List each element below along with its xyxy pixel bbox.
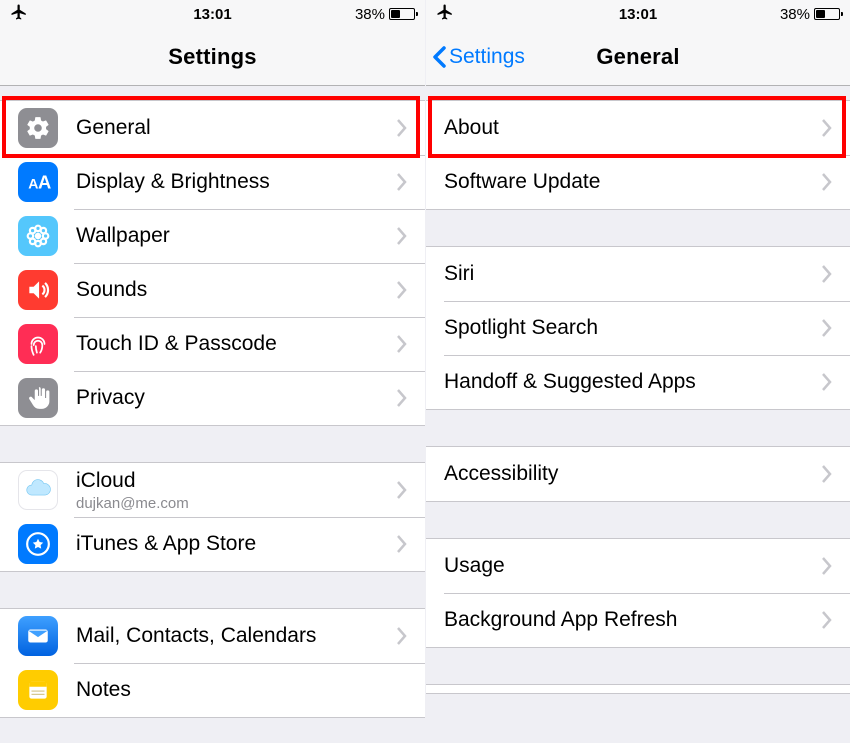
chevron-right-icon xyxy=(397,389,407,407)
chevron-right-icon xyxy=(822,465,832,483)
status-bar: 13:01 38% xyxy=(0,0,425,28)
chevron-right-icon xyxy=(397,173,407,191)
general-row-spotlight[interactable]: Spotlight Search xyxy=(426,301,850,355)
row-label: Wallpaper xyxy=(76,224,397,248)
chevron-right-icon xyxy=(822,265,832,283)
general-group-3: Accessibility xyxy=(426,446,850,502)
chevron-right-icon xyxy=(822,173,832,191)
row-label: Background App Refresh xyxy=(444,608,822,632)
page-title: General xyxy=(426,44,850,70)
row-label: Spotlight Search xyxy=(444,316,822,340)
chevron-right-icon xyxy=(397,119,407,137)
cloud-icon xyxy=(18,470,58,510)
row-label: Handoff & Suggested Apps xyxy=(444,370,822,394)
mail-icon xyxy=(18,616,58,656)
settings-row-privacy[interactable]: Privacy xyxy=(0,371,425,425)
general-group-4: Usage Background App Refresh xyxy=(426,538,850,648)
svg-text:A: A xyxy=(38,172,51,193)
fingerprint-icon xyxy=(18,324,58,364)
speaker-icon xyxy=(18,270,58,310)
nav-header: Settings xyxy=(0,28,425,86)
general-group-2: Siri Spotlight Search Handoff & Suggeste… xyxy=(426,246,850,410)
row-label: iTunes & App Store xyxy=(76,532,397,556)
general-row-siri[interactable]: Siri xyxy=(426,247,850,301)
row-label: Notes xyxy=(76,678,407,702)
chevron-right-icon xyxy=(397,535,407,553)
nav-header: Settings General xyxy=(426,28,850,86)
chevron-right-icon xyxy=(397,481,407,499)
row-label: Privacy xyxy=(76,386,397,410)
row-subtitle: dujkan@me.com xyxy=(76,495,397,512)
general-row-software-update[interactable]: Software Update xyxy=(426,155,850,209)
row-label: General xyxy=(76,116,397,140)
settings-group-apps: Mail, Contacts, Calendars Notes xyxy=(0,608,425,718)
row-label: Sounds xyxy=(76,278,397,302)
row-label: About xyxy=(444,116,822,140)
settings-row-touchid[interactable]: Touch ID & Passcode xyxy=(0,317,425,371)
battery-percent: 38% xyxy=(355,6,385,23)
chevron-right-icon xyxy=(397,281,407,299)
page-title: Settings xyxy=(0,44,425,70)
settings-row-general[interactable]: General xyxy=(0,101,425,155)
settings-group-services: iCloud dujkan@me.com iTunes & App Store xyxy=(0,462,425,572)
row-label: Usage xyxy=(444,554,822,578)
left-phone: 13:01 38% Settings General AA Display & … xyxy=(0,0,425,743)
settings-row-wallpaper[interactable]: Wallpaper xyxy=(0,209,425,263)
gear-icon xyxy=(18,108,58,148)
settings-row-notes[interactable]: Notes xyxy=(0,663,425,717)
chevron-right-icon xyxy=(822,319,832,337)
notes-icon xyxy=(18,670,58,710)
general-group-5-peek xyxy=(426,684,850,694)
general-row-handoff[interactable]: Handoff & Suggested Apps xyxy=(426,355,850,409)
row-label: iCloud xyxy=(76,469,397,493)
general-row-bg-refresh[interactable]: Background App Refresh xyxy=(426,593,850,647)
settings-group-device: General AA Display & Brightness Wallpape… xyxy=(0,100,425,426)
general-row-usage[interactable]: Usage xyxy=(426,539,850,593)
hand-icon xyxy=(18,378,58,418)
right-phone: 13:01 38% Settings General About Softwar… xyxy=(425,0,850,743)
general-row-about[interactable]: About xyxy=(426,101,850,155)
settings-row-mail[interactable]: Mail, Contacts, Calendars xyxy=(0,609,425,663)
battery-icon xyxy=(389,8,415,20)
row-label: Siri xyxy=(444,262,822,286)
general-row-accessibility[interactable]: Accessibility xyxy=(426,447,850,501)
row-label: Touch ID & Passcode xyxy=(76,332,397,356)
settings-row-icloud[interactable]: iCloud dujkan@me.com xyxy=(0,463,425,517)
chevron-right-icon xyxy=(822,373,832,391)
appstore-icon xyxy=(18,524,58,564)
chevron-right-icon xyxy=(822,119,832,137)
chevron-right-icon xyxy=(397,335,407,353)
battery-percent: 38% xyxy=(780,6,810,23)
row-label: Display & Brightness xyxy=(76,170,397,194)
row-label: Mail, Contacts, Calendars xyxy=(76,624,397,648)
battery-icon xyxy=(814,8,840,20)
flower-icon xyxy=(18,216,58,256)
settings-row-itunes[interactable]: iTunes & App Store xyxy=(0,517,425,571)
chevron-right-icon xyxy=(397,227,407,245)
general-group-1: About Software Update xyxy=(426,100,850,210)
chevron-right-icon xyxy=(822,611,832,629)
text-size-icon: AA xyxy=(18,162,58,202)
status-bar: 13:01 38% xyxy=(426,0,850,28)
row-label: Accessibility xyxy=(444,462,822,486)
settings-row-display[interactable]: AA Display & Brightness xyxy=(0,155,425,209)
row-label: Software Update xyxy=(444,170,822,194)
chevron-right-icon xyxy=(397,627,407,645)
chevron-right-icon xyxy=(822,557,832,575)
settings-row-sounds[interactable]: Sounds xyxy=(0,263,425,317)
svg-text:A: A xyxy=(28,176,38,192)
